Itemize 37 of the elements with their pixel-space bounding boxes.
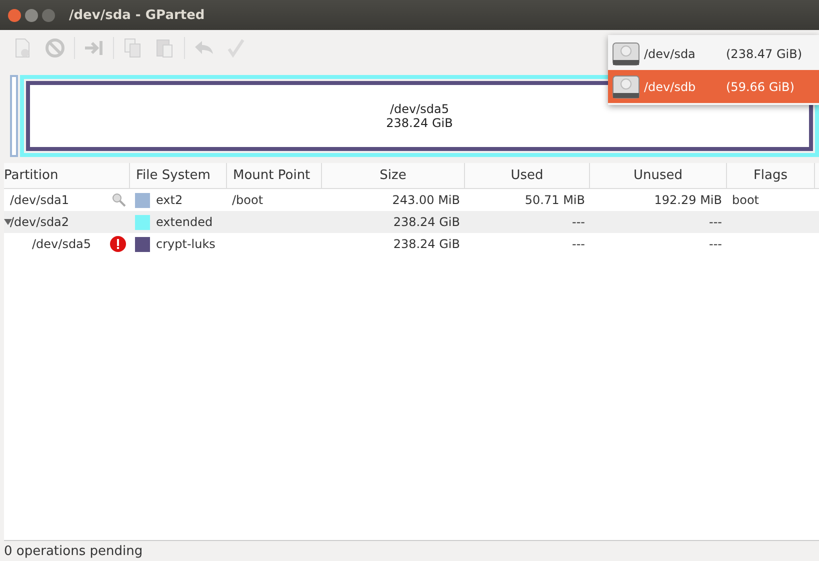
table-cell: 50.71 MiB xyxy=(524,193,585,207)
column-header[interactable]: Size xyxy=(322,163,465,188)
cancel-icon xyxy=(44,37,66,59)
table-cell: /boot xyxy=(232,193,264,207)
column-header[interactable]: File System xyxy=(130,163,227,188)
expander-icon[interactable] xyxy=(4,219,12,225)
table-cell: boot xyxy=(732,193,760,207)
table-cell: 238.24 GiB xyxy=(393,215,460,229)
hard-drive-icon xyxy=(612,42,640,66)
column-header[interactable]: Partition xyxy=(4,163,130,188)
minimize-button[interactable] xyxy=(25,8,38,22)
partition-size: 238.24 GiB xyxy=(386,116,453,130)
column-header[interactable]: Mount Point xyxy=(227,163,322,188)
status-text: 0 operations pending xyxy=(4,544,143,558)
hard-drive-icon xyxy=(612,74,640,98)
maximize-button[interactable] xyxy=(42,8,55,22)
table-cell: --- xyxy=(709,215,722,229)
table-cell: --- xyxy=(709,237,722,251)
table-cell: ext2 xyxy=(156,193,183,207)
table-cell: 238.24 GiB xyxy=(393,237,460,251)
table-cell: /dev/sda5 xyxy=(32,237,92,251)
table-cell: 192.29 MiB xyxy=(654,193,722,207)
device-menu-item[interactable]: /dev/sda (238.47 GiB) xyxy=(608,37,819,70)
table-cell: extended xyxy=(156,215,213,229)
partition-segment[interactable] xyxy=(10,75,18,157)
table-cell: crypt-luks xyxy=(156,237,216,251)
window-title: /dev/sda - GParted xyxy=(69,8,205,22)
column-header[interactable]: Used xyxy=(465,163,590,188)
table-cell: /dev/sda1 xyxy=(10,193,70,207)
table-cell: --- xyxy=(572,237,585,251)
partition-label: /dev/sda5 xyxy=(390,102,450,116)
table-cell: --- xyxy=(572,215,585,229)
table-cell: 243.00 MiB xyxy=(392,193,460,207)
close-button[interactable] xyxy=(8,8,21,22)
column-header[interactable]: Flags xyxy=(727,163,815,188)
column-header[interactable]: Unused xyxy=(590,163,727,188)
table-cell: /dev/sda2 xyxy=(10,215,70,229)
